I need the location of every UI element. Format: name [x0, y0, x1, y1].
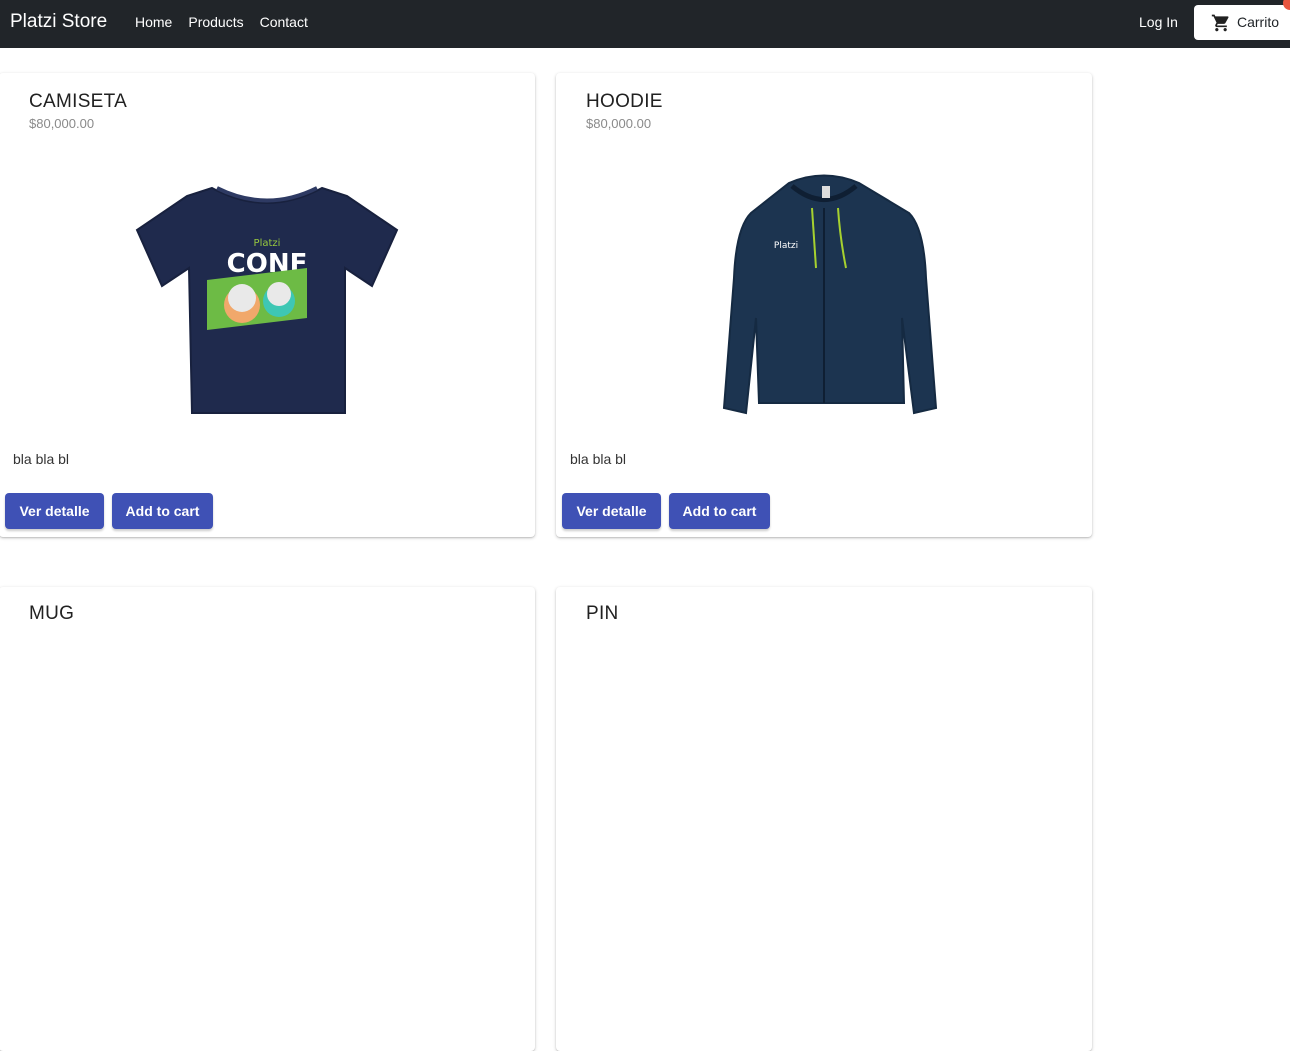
product-title: HOODIE: [586, 91, 663, 112]
product-title: MUG: [29, 603, 75, 624]
login-link[interactable]: Log In: [1139, 14, 1178, 30]
nav-link-contact[interactable]: Contact: [260, 14, 308, 30]
product-card-camiseta: CAMISETA $80,000.00 Platzi CONF bla bla …: [0, 73, 535, 537]
hoodie-image: Platzi: [722, 174, 938, 415]
product-title: CAMISETA: [29, 91, 128, 112]
add-to-cart-button[interactable]: Add to cart: [112, 493, 213, 529]
product-title: PIN: [586, 603, 619, 624]
tshirt-image: Platzi CONF: [135, 186, 399, 414]
product-price: $80,000.00: [586, 116, 652, 131]
nav-link-home[interactable]: Home: [135, 14, 172, 30]
cart-button-label: Carrito: [1237, 14, 1280, 30]
nav-link-products[interactable]: Products: [188, 14, 243, 30]
svg-text:Platzi: Platzi: [774, 241, 798, 251]
nav-links: Home Products Contact: [135, 14, 308, 30]
product-card-pin: PIN: [556, 587, 1092, 1051]
top-navbar: Platzi Store Home Products Contact Log I…: [0, 0, 1290, 48]
product-description: bla bla bl: [13, 451, 70, 467]
product-price: $80,000.00: [29, 116, 95, 131]
view-detail-button[interactable]: Ver detalle: [562, 493, 661, 529]
add-to-cart-button[interactable]: Add to cart: [669, 493, 770, 529]
view-detail-button[interactable]: Ver detalle: [5, 493, 104, 529]
cart-button[interactable]: Carrito: [1194, 5, 1290, 40]
product-description: bla bla bl: [570, 451, 627, 467]
shopping-cart-icon: [1211, 14, 1229, 32]
product-card-mug: MUG: [0, 587, 535, 1051]
brand-logo-text[interactable]: Platzi Store: [10, 11, 107, 33]
svg-text:Platzi: Platzi: [254, 238, 281, 249]
product-card-hoodie: HOODIE $80,000.00 Platzi bla bla bl Ver …: [556, 73, 1092, 537]
